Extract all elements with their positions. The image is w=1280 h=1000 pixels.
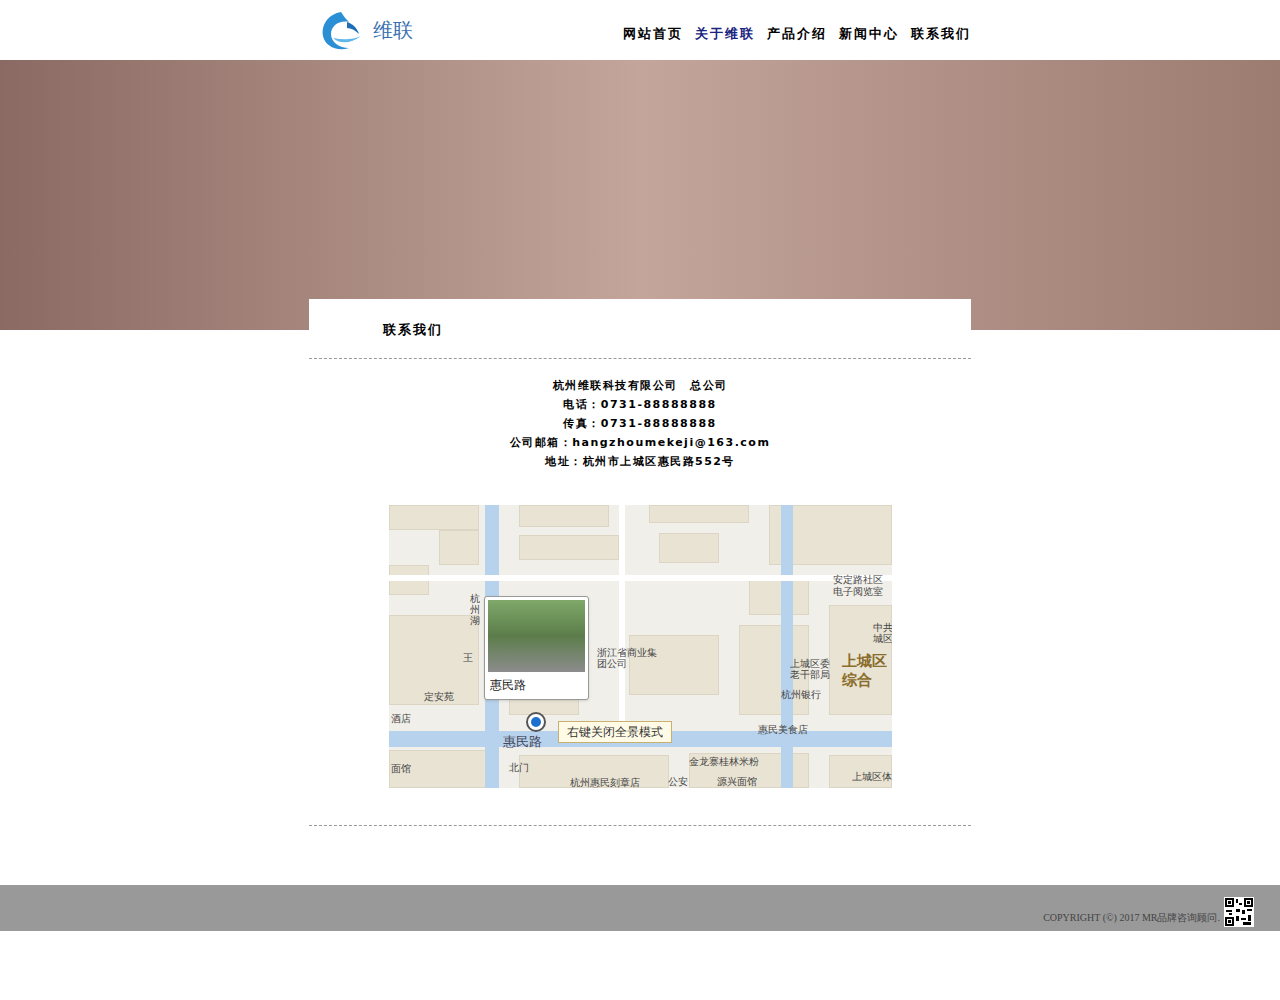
contact-line: 公司邮箱：hangzhoumekeji@163.com [510,433,771,452]
map-label: 杭州银行 [781,687,821,702]
map[interactable]: 浙江省商业集团公司 上城区综合惠民美食店 杭州银行 上城区委老干部局 中共城区 安定路社区… [389,505,892,788]
map-block [439,530,479,565]
contact-line: 传真：0731-88888888 [563,414,716,433]
nav-item[interactable]: 新闻中心 [839,24,899,44]
dolphin-logo-icon [319,8,363,52]
map-label: 杭州惠民刻章店 [570,775,640,788]
map-label: 杭州湖 [470,593,484,626]
contact-section: 联系我们 杭州维联科技有限公司 总公司电话：0731-88888888传真：07… [309,299,971,826]
map-block [519,505,609,527]
header: 维联 网站首页关于维联产品介绍新闻中心联系我们 [0,0,1280,60]
copyright: COPYRIGHT (©) 2017 MR品牌咨询顾问. [1043,910,1220,927]
map-label: 中共城区 [873,622,892,644]
pin-dot-icon [531,717,541,727]
contact-info: 杭州维联科技有限公司 总公司电话：0731-88888888传真：0731-88… [309,359,971,471]
nav-item[interactable]: 产品介绍 [767,24,827,44]
map-popup[interactable]: 惠民路 [484,596,589,700]
nav-item[interactable]: 网站首页 [623,24,683,44]
map-label: 酒店 [391,711,411,726]
nav-item[interactable]: 关于维联 [695,24,755,44]
map-road [389,575,892,581]
contact-line: 电话：0731-88888888 [563,395,716,414]
popup-title: 惠民路 [488,672,585,696]
map-label: 上城区综合 [842,652,892,690]
main-nav: 网站首页关于维联产品介绍新闻中心联系我们 [623,16,971,44]
map-label: 面馆 [391,761,411,776]
qr-code-icon [1224,897,1254,927]
banner [0,60,1280,330]
map-label: 定安苑 [424,689,454,704]
map-road [619,505,625,731]
section-title: 联系我们 [383,321,971,338]
map-label: 源兴面馆 [717,774,757,788]
map-label: 金龙寨桂林米粉 [689,754,759,769]
map-pin-icon[interactable] [526,712,546,732]
map-label: 北门 [509,760,529,775]
map-label: 上城区体 [852,769,892,784]
map-block [649,505,749,523]
map-block [749,575,809,615]
map-hint: 右键关闭全景模式 [558,721,672,743]
map-label: 惠民路 [503,732,542,752]
map-label: 王 [463,650,473,665]
map-block [519,535,619,560]
nav-item[interactable]: 联系我们 [911,24,971,44]
map-label: 安定路社区电子阅览室 [833,574,891,598]
logo[interactable]: 维联 [319,8,413,52]
logo-text: 维联 [373,15,413,45]
footer: COPYRIGHT (©) 2017 MR品牌咨询顾问. [0,885,1280,931]
map-block [629,635,719,695]
map-block [659,533,719,563]
contact-line: 地址：杭州市上城区惠民路552号 [545,452,735,471]
map-block [389,505,479,530]
map-label: 浙江省商业集团公司 [597,647,657,669]
map-label: 上城区委老干部局 [790,658,838,680]
map-label: 公安 [668,774,688,788]
company-name: 杭州维联科技有限公司 总公司 [553,376,728,395]
map-label: 惠民美食店 [758,722,808,737]
street-photo [488,600,585,672]
